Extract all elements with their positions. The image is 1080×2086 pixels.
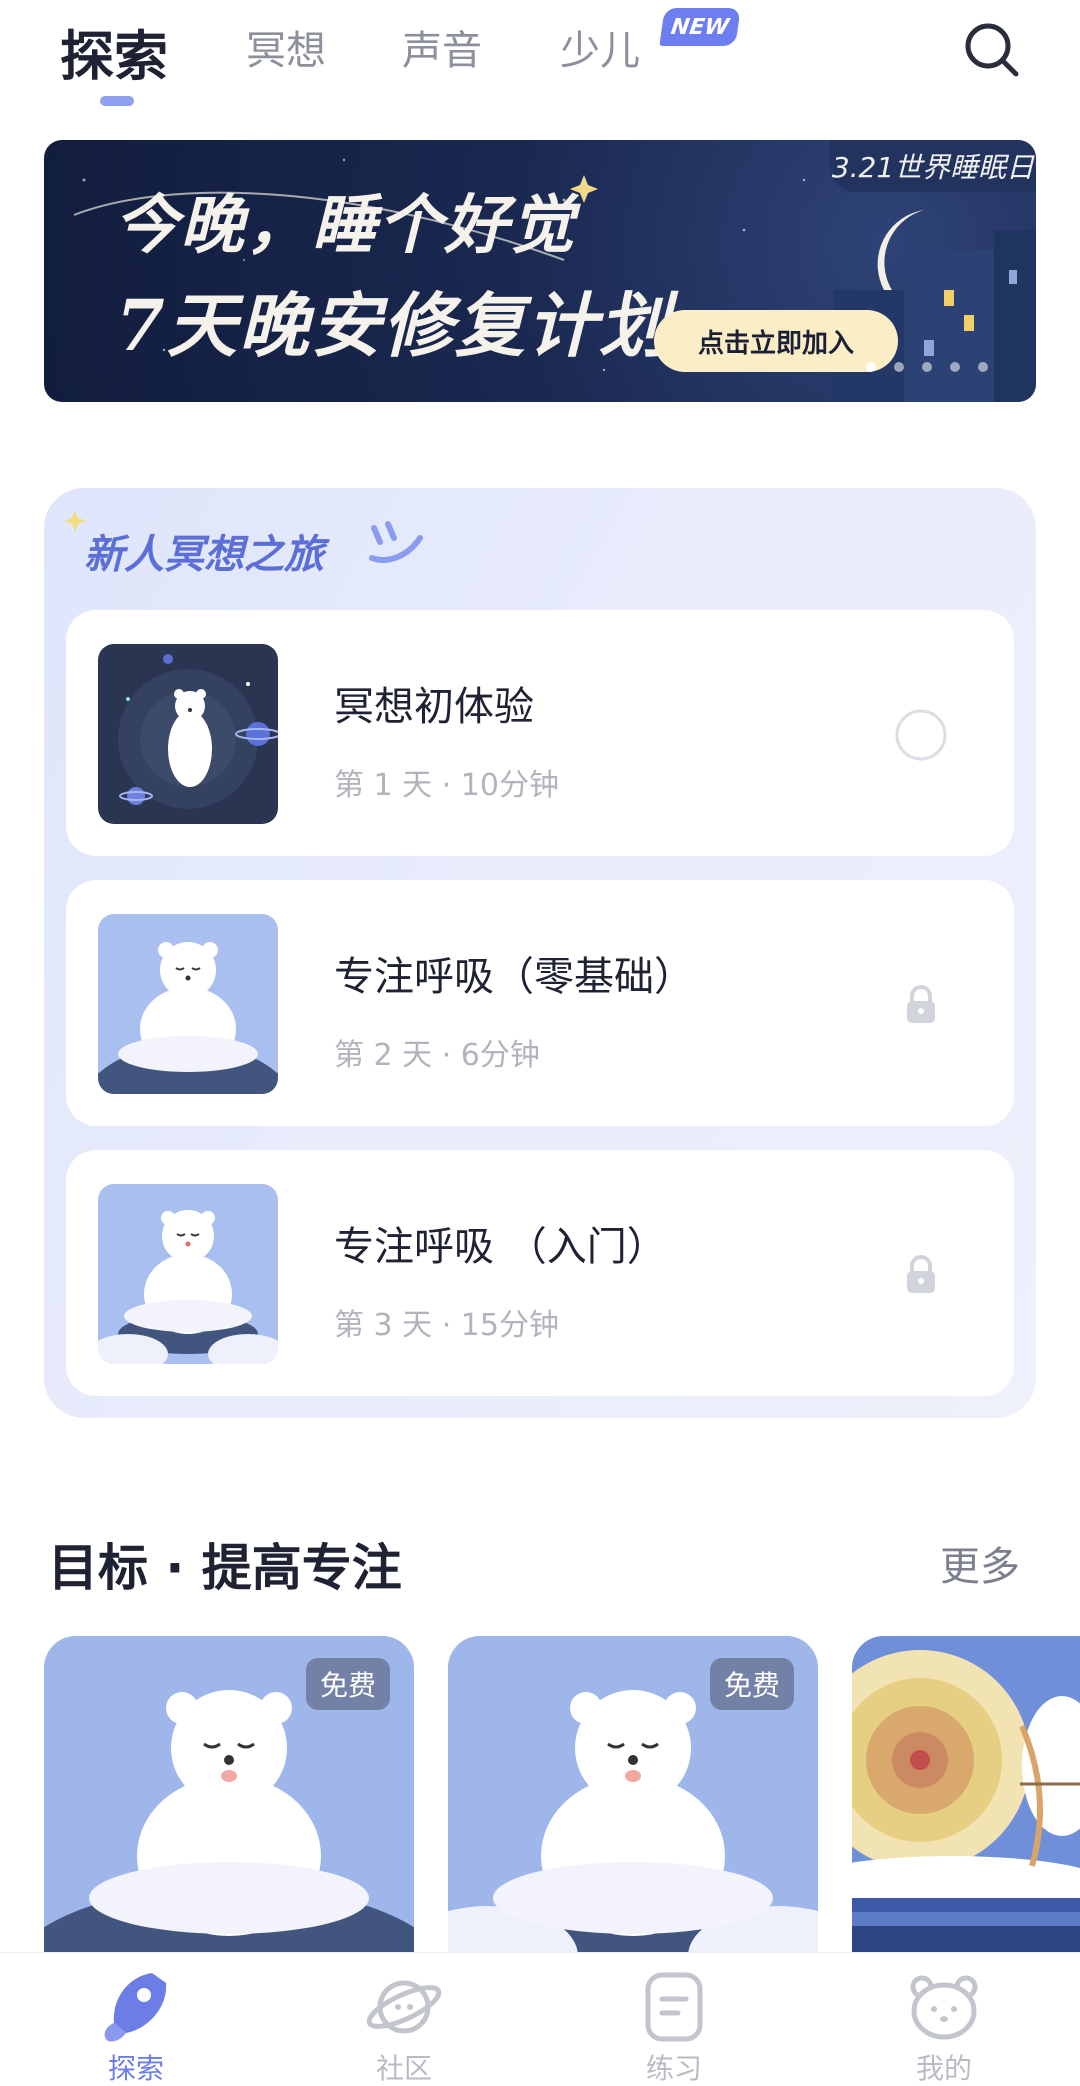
lesson-name: 冥想初体验 bbox=[334, 684, 534, 730]
lesson-meta: 第 1 天 · 10分钟 bbox=[334, 768, 559, 803]
banner-title: 今晚，睡个好觉 bbox=[114, 188, 576, 263]
lesson-thumbnail bbox=[98, 644, 278, 824]
bear-in-space-illustration bbox=[98, 644, 278, 824]
nav-label: 练习 bbox=[645, 2052, 702, 2085]
top-tab-bar: 探索 冥想 声音 少儿 NEW bbox=[0, 0, 1080, 120]
bear-face-icon bbox=[910, 1975, 978, 2040]
lesson-item-day2[interactable]: 专注呼吸（零基础） 第 2 天 · 6分钟 bbox=[66, 880, 1014, 1126]
lesson-thumbnail bbox=[98, 914, 278, 1094]
search-icon bbox=[965, 23, 1019, 77]
page-dot bbox=[922, 362, 932, 372]
sparkle-icon bbox=[64, 510, 86, 532]
bottom-nav-bar: 探索 社区 练习 我的 bbox=[0, 1952, 1080, 2086]
page-dot bbox=[866, 362, 876, 372]
lesson-meta: 第 3 天 · 15分钟 bbox=[334, 1308, 559, 1343]
lesson-item-day3[interactable]: 专注呼吸 （入门） 第 3 天 · 15分钟 bbox=[66, 1150, 1014, 1396]
page-dot bbox=[894, 362, 904, 372]
nav-mine[interactable]: 我的 bbox=[874, 1959, 1014, 2086]
tab-sound[interactable]: 声音 bbox=[402, 18, 482, 76]
nav-practice[interactable]: 练习 bbox=[604, 1959, 744, 2086]
banner-page-indicator bbox=[866, 362, 988, 372]
promo-banner[interactable]: 3.21世界睡眠日 今晚，睡个好觉 7天晚安修复计划 点击立即加入 bbox=[44, 140, 1036, 402]
tab-explore[interactable]: 探索 bbox=[60, 12, 168, 91]
goal-course-card[interactable]: 免费 bbox=[448, 1636, 818, 1956]
archery-target-illustration bbox=[852, 1636, 1080, 1956]
lesson-thumbnail bbox=[98, 1184, 278, 1364]
page-dot bbox=[950, 362, 960, 372]
lock-icon bbox=[907, 985, 935, 1023]
banner-tag: 3.21世界睡眠日 bbox=[830, 140, 1036, 192]
active-tab-indicator bbox=[100, 96, 134, 106]
tab-meditation[interactable]: 冥想 bbox=[246, 18, 326, 76]
lock-icon bbox=[907, 1255, 935, 1293]
meditating-bear-cloud-illustration bbox=[98, 1184, 278, 1364]
planet-icon bbox=[366, 1980, 442, 2034]
goal-section-title: 目标 · 提高专注 bbox=[48, 1539, 402, 1597]
lesson-name: 专注呼吸 （入门） bbox=[334, 1224, 667, 1270]
free-badge: 免费 bbox=[305, 1658, 390, 1710]
free-badge: 免费 bbox=[709, 1658, 794, 1710]
goal-course-card[interactable]: 免费 bbox=[44, 1636, 414, 1956]
notebook-icon bbox=[645, 1972, 703, 2042]
incomplete-circle-icon[interactable] bbox=[894, 708, 948, 762]
newcomer-journey-card: 新人冥想之旅 冥想初体验 第 1 天 · 10分钟 专注呼吸（零基础） 第 2 … bbox=[44, 488, 1036, 1418]
join-now-button[interactable]: 点击立即加入 bbox=[654, 310, 898, 372]
journey-title: 新人冥想之旅 bbox=[84, 532, 324, 578]
rocket-icon bbox=[104, 1973, 167, 2042]
lesson-meta: 第 2 天 · 6分钟 bbox=[334, 1038, 540, 1073]
more-link[interactable]: 更多 bbox=[940, 1534, 1020, 1592]
lesson-item-day1[interactable]: 冥想初体验 第 1 天 · 10分钟 bbox=[66, 610, 1014, 856]
nav-label: 探索 bbox=[107, 2052, 164, 2085]
nav-community[interactable]: 社区 bbox=[334, 1959, 474, 2086]
page-dot bbox=[978, 362, 988, 372]
banner-subtitle: 7天晚安修复计划 bbox=[116, 284, 671, 367]
new-badge: NEW bbox=[659, 8, 741, 46]
search-button[interactable] bbox=[962, 20, 1022, 80]
nav-label: 我的 bbox=[915, 2052, 972, 2085]
lesson-name: 专注呼吸（零基础） bbox=[334, 954, 694, 1000]
nav-explore[interactable]: 探索 bbox=[66, 1959, 206, 2086]
nav-label: 社区 bbox=[375, 2052, 432, 2085]
wave-decoration-icon bbox=[369, 521, 423, 563]
goal-course-card[interactable] bbox=[852, 1636, 1080, 1956]
tab-kids[interactable]: 少儿 bbox=[560, 18, 640, 76]
meditating-bear-illustration bbox=[98, 914, 278, 1094]
